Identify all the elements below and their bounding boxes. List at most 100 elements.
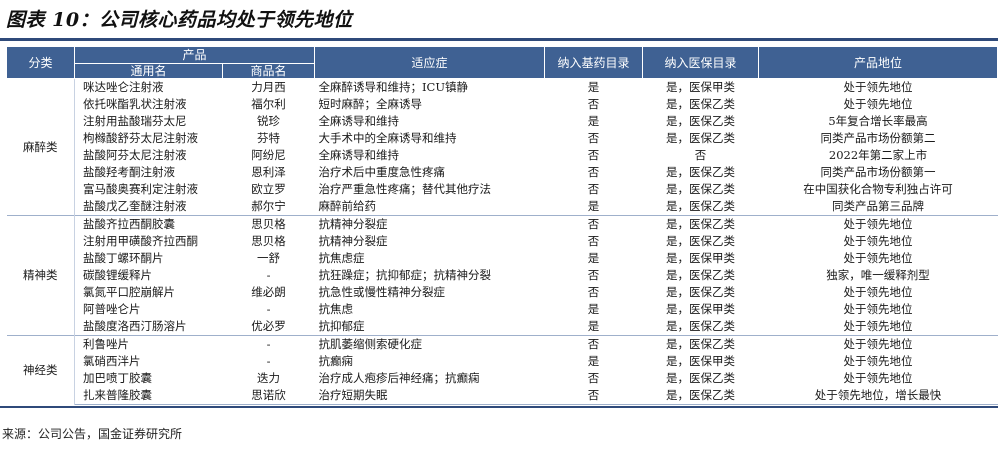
insurance-list-cell: 是，医保乙类 [666,234,736,248]
indication-cell: 抗急性或慢性精神分裂症 [318,285,446,299]
generic-name-cell: 盐酸羟考酮注射液 [83,165,175,179]
essential-list-cell: 否 [587,234,600,248]
brand-name-cell: 锐珍 [257,114,280,128]
position-cell: 5年复合增长率最高 [828,114,928,128]
indication-cell: 全麻诱导和维持 [318,114,400,128]
table-header: 分类 产品 适应症 纳入基药目录 纳入医保目录 产品地位 通用名 商品名 [6,46,998,79]
essential-list-cell: 是 [587,354,600,368]
essential-list-cell: 否 [587,182,600,196]
header-insurance-list: 纳入医保目录 [642,46,760,79]
generic-name-cell: 盐酸丁螺环酮片 [83,251,164,265]
header-position: 产品地位 [758,46,998,79]
table-row: 盐酸度洛西汀肠溶片 优必罗 抗抑郁症是是，医保乙类 处于领先地位 [7,318,998,336]
essential-list-cell: 否 [544,215,643,233]
indication-cell: 抗癫痫 [318,354,354,368]
position-cell: 处于领先地位 [758,318,998,336]
table-body: 麻醉类 咪达唑仑注射液 力月西 全麻醉诱导和维持；ICU镇静是是，医保甲类 处于领先地位… [6,78,998,405]
generic-name-cell: 依托咪酯乳状注射液 [83,97,187,111]
header-brand-name: 商品名 [221,63,316,79]
position-cell: 处于领先地位 [843,285,913,299]
essential-list-cell: 否 [587,148,600,162]
position-cell: 处于领先地位 [843,354,913,368]
title-divider [0,38,998,41]
table-row: 神经类 利鲁唑片 - 抗肌萎缩侧索硬化症否是，医保乙类 处于领先地位 [6,335,998,405]
indication-cell: 治疗成人疱疹后神经痛；抗癫痫 [318,371,480,385]
table-row: 盐酸戊乙奎醚注射液 郝尔宁 麻醉前给药是是，医保乙类 同类产品第三品牌 [7,198,998,216]
table-row: 盐酸阿芬太尼注射液 阿纷尼 全麻诱导和维持 否 否 2022年第二家上市 [7,147,998,164]
essential-list-cell: 是 [587,251,600,265]
position-cell: 处于领先地位 [758,335,998,353]
table-row: 麻醉类 咪达唑仑注射液 力月西 全麻醉诱导和维持；ICU镇静是是，医保甲类 处于领先地位 [6,78,998,216]
generic-name-cell: 扎来普隆胶囊 [74,387,223,405]
brand-name-cell: - [266,354,271,368]
indication-cell: 抗精神分裂症 [318,234,388,248]
indication-cell: 治疗严重急性疼痛；替代其他疗法 [318,182,492,196]
generic-name-cell: 氯氮平口腔崩解片 [83,285,175,299]
essential-list-cell: 否 [587,131,600,145]
brand-name-cell: 优必罗 [222,318,315,336]
header-category: 分类 [6,46,75,79]
indication-cell: 短时麻醉；全麻诱导 [318,97,423,111]
position-cell: 在中国获化合物专利独占许可 [803,182,953,196]
indication-cell: 大手术中的全麻诱导和维持 [318,131,457,145]
table-row: 依托咪酯乳状注射液 福尔利 短时麻醉；全麻诱导 否 是，医保乙类 处于领先地位 [7,96,998,113]
drug-table: 分类 产品 适应症 纳入基药目录 纳入医保目录 产品地位 通用名 商品名 麻醉类… [6,46,998,405]
category-cell: 麻醉类 [6,78,75,216]
category-cell: 神经类 [6,335,75,405]
essential-list-cell: 否 [544,387,643,405]
insurance-list-cell: 是，医保乙类 [666,268,736,282]
generic-name-cell: 咪达唑仑注射液 [83,80,164,94]
brand-name-cell: 力月西 [251,80,286,94]
essential-list-cell: 否 [587,165,600,179]
indication-cell: 全麻醉诱导和维持；ICU镇静 [318,80,469,94]
table-row: 枸橼酸舒芬太尼注射液 芬特 大手术中的全麻诱导和维持 否 是，医保乙类 同类产品市场份额第… [7,130,998,147]
essential-list-cell: 否 [587,371,600,385]
brand-name-cell: - [266,302,271,316]
header-essential-list: 纳入基药目录 [544,46,644,79]
generic-name-cell: 枸橼酸舒芬太尼注射液 [83,131,198,145]
table-row: 扎来普隆胶囊 思诺欣 治疗短期失眠否是，医保乙类 处于领先地位，增长最快 [7,387,998,405]
brand-name-cell: 迭力 [257,371,280,385]
table-row: 注射用甲磺酸齐拉西酮 思贝格 抗精神分裂症 否 是，医保乙类 处于领先地位 [7,233,998,250]
generic-name-cell: 盐酸度洛西汀肠溶片 [74,318,223,336]
generic-name-cell: 注射用盐酸瑞芬太尼 [83,114,187,128]
brand-name-cell: 福尔利 [251,97,286,111]
position-cell: 处于领先地位 [843,302,913,316]
insurance-list-cell: 是，医保乙类 [666,371,736,385]
indication-cell: 治疗短期失眠 [314,387,545,405]
essential-list-cell: 是 [587,80,600,94]
generic-name-cell: 盐酸戊乙奎醚注射液 [74,198,223,216]
indication-cell: 抗精神分裂症 [314,215,545,233]
generic-name-cell: 碳酸锂缓释片 [83,268,152,282]
insurance-list-cell: 是，医保乙类 [642,387,759,405]
table-row: 盐酸羟考酮注射液 恩利泽 治疗术后中重度急性疼痛 否 是，医保乙类 同类产品市场份额第一 [7,164,998,181]
generic-name-cell: 阿普唑仑片 [83,302,141,316]
position-cell: 处于领先地位 [843,234,913,248]
insurance-list-cell: 否 [694,148,707,162]
insurance-list-cell: 是，医保乙类 [666,285,736,299]
insurance-list-cell: 是，医保甲类 [666,80,736,94]
category-cell: 精神类 [6,215,75,336]
position-cell: 同类产品第三品牌 [758,198,998,216]
indication-cell: 抗肌萎缩侧索硬化症 [314,335,545,353]
indication-cell: 抗狂躁症；抗抑郁症；抗精神分裂 [318,268,492,282]
indication-cell: 麻醉前给药 [314,198,545,216]
generic-name-cell: 利鲁唑片 [74,335,223,353]
brand-name-cell: 欧立罗 [251,182,286,196]
brand-name-cell: - [222,335,315,353]
insurance-list-cell: 是，医保乙类 [666,182,736,196]
insurance-list-cell: 是，医保乙类 [642,215,759,233]
brand-name-cell: - [266,268,271,282]
position-cell: 处于领先地位 [843,97,913,111]
brand-name-cell: 思贝格 [222,215,315,233]
table-row: 富马酸奥赛利定注射液 欧立罗 治疗严重急性疼痛；替代其他疗法 否 是，医保乙类 在中国获化… [7,181,998,198]
indication-cell: 治疗术后中重度急性疼痛 [318,165,446,179]
bottom-divider [0,406,998,408]
header-generic-name: 通用名 [74,63,223,79]
table-row: 氯硝西泮片 - 抗癫痫 是 是，医保甲类 处于领先地位 [7,353,998,370]
insurance-list-cell: 是，医保乙类 [642,318,759,336]
indication-cell: 抗抑郁症 [314,318,545,336]
position-cell: 处于领先地位 [843,80,913,94]
brand-name-cell: 郝尔宁 [222,198,315,216]
insurance-list-cell: 是，医保乙类 [666,131,736,145]
